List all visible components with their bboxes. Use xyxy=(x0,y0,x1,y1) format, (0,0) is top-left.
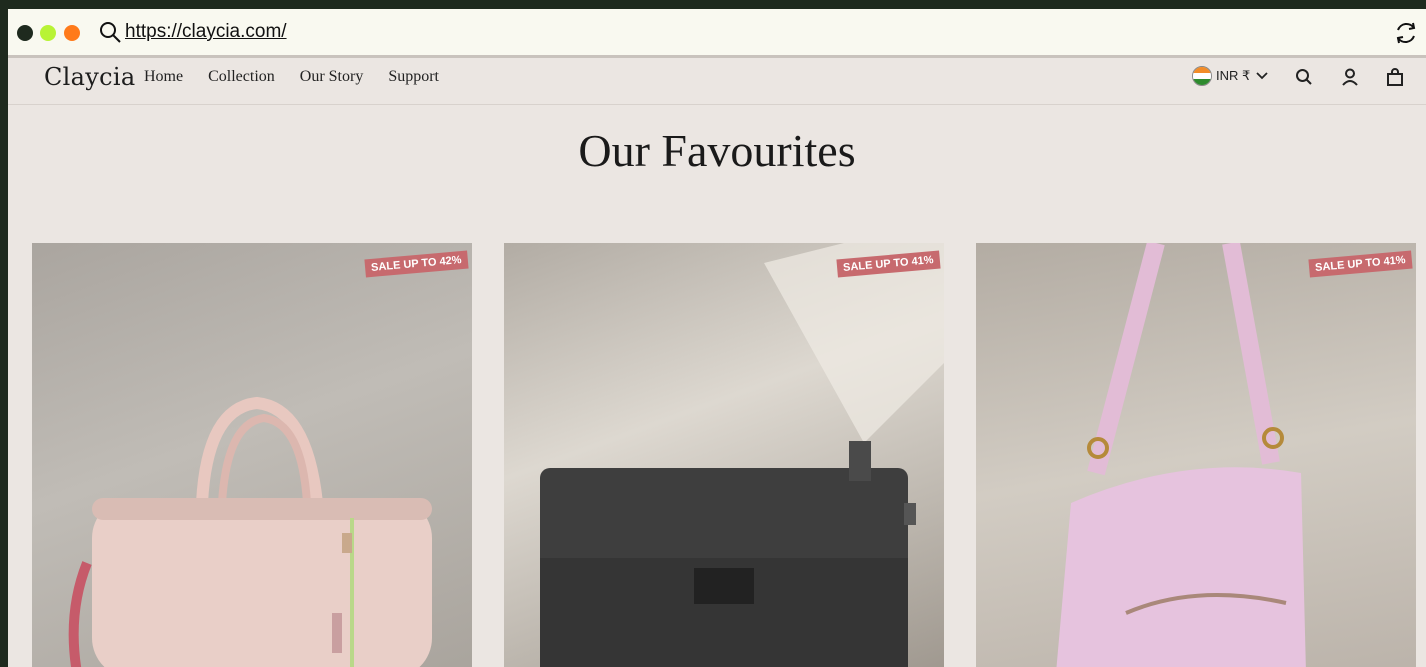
site-header: Claycia Home Collection Our Story Suppor… xyxy=(8,58,1426,105)
window-close-dot[interactable] xyxy=(17,25,33,41)
main-menu: Home Collection Our Story Support xyxy=(144,68,464,86)
currency-selector[interactable]: INR ₹ xyxy=(1192,66,1270,86)
india-flag-icon xyxy=(1192,66,1212,86)
section-title: Our Favourites xyxy=(578,125,856,176)
window-maximize-dot[interactable] xyxy=(64,25,80,41)
product-image-black-cloth-bag xyxy=(540,243,944,667)
search-icon[interactable] xyxy=(1292,65,1316,89)
product-card[interactable]: SALE UP TO 41% xyxy=(504,243,944,667)
product-image-pink-duffle-bag xyxy=(68,396,432,667)
nav-home[interactable]: Home xyxy=(144,68,183,86)
product-card[interactable]: SALE UP TO 41% xyxy=(976,243,1416,667)
nav-collection[interactable]: Collection xyxy=(208,68,275,86)
nav-support[interactable]: Support xyxy=(388,68,439,86)
search-icon xyxy=(100,22,121,43)
cart-bag-icon[interactable] xyxy=(1383,65,1407,89)
address-bar[interactable]: https://claycia.com/ xyxy=(125,21,287,43)
window-minimize-dot[interactable] xyxy=(40,25,56,41)
currency-label: INR ₹ xyxy=(1216,68,1251,83)
product-image-pink-shoulder-bag xyxy=(1056,243,1306,667)
website: Claycia Home Collection Our Story Suppor… xyxy=(8,58,1426,667)
reload-icon[interactable] xyxy=(1392,19,1420,47)
site-logo[interactable]: Claycia xyxy=(44,63,135,91)
product-card[interactable]: SALE UP TO 42% xyxy=(32,243,472,667)
chevron-down-icon xyxy=(1256,72,1268,80)
nav-our-story[interactable]: Our Story xyxy=(300,68,364,86)
browser-toolbar: https://claycia.com/ xyxy=(8,9,1426,58)
account-icon[interactable] xyxy=(1338,65,1362,89)
